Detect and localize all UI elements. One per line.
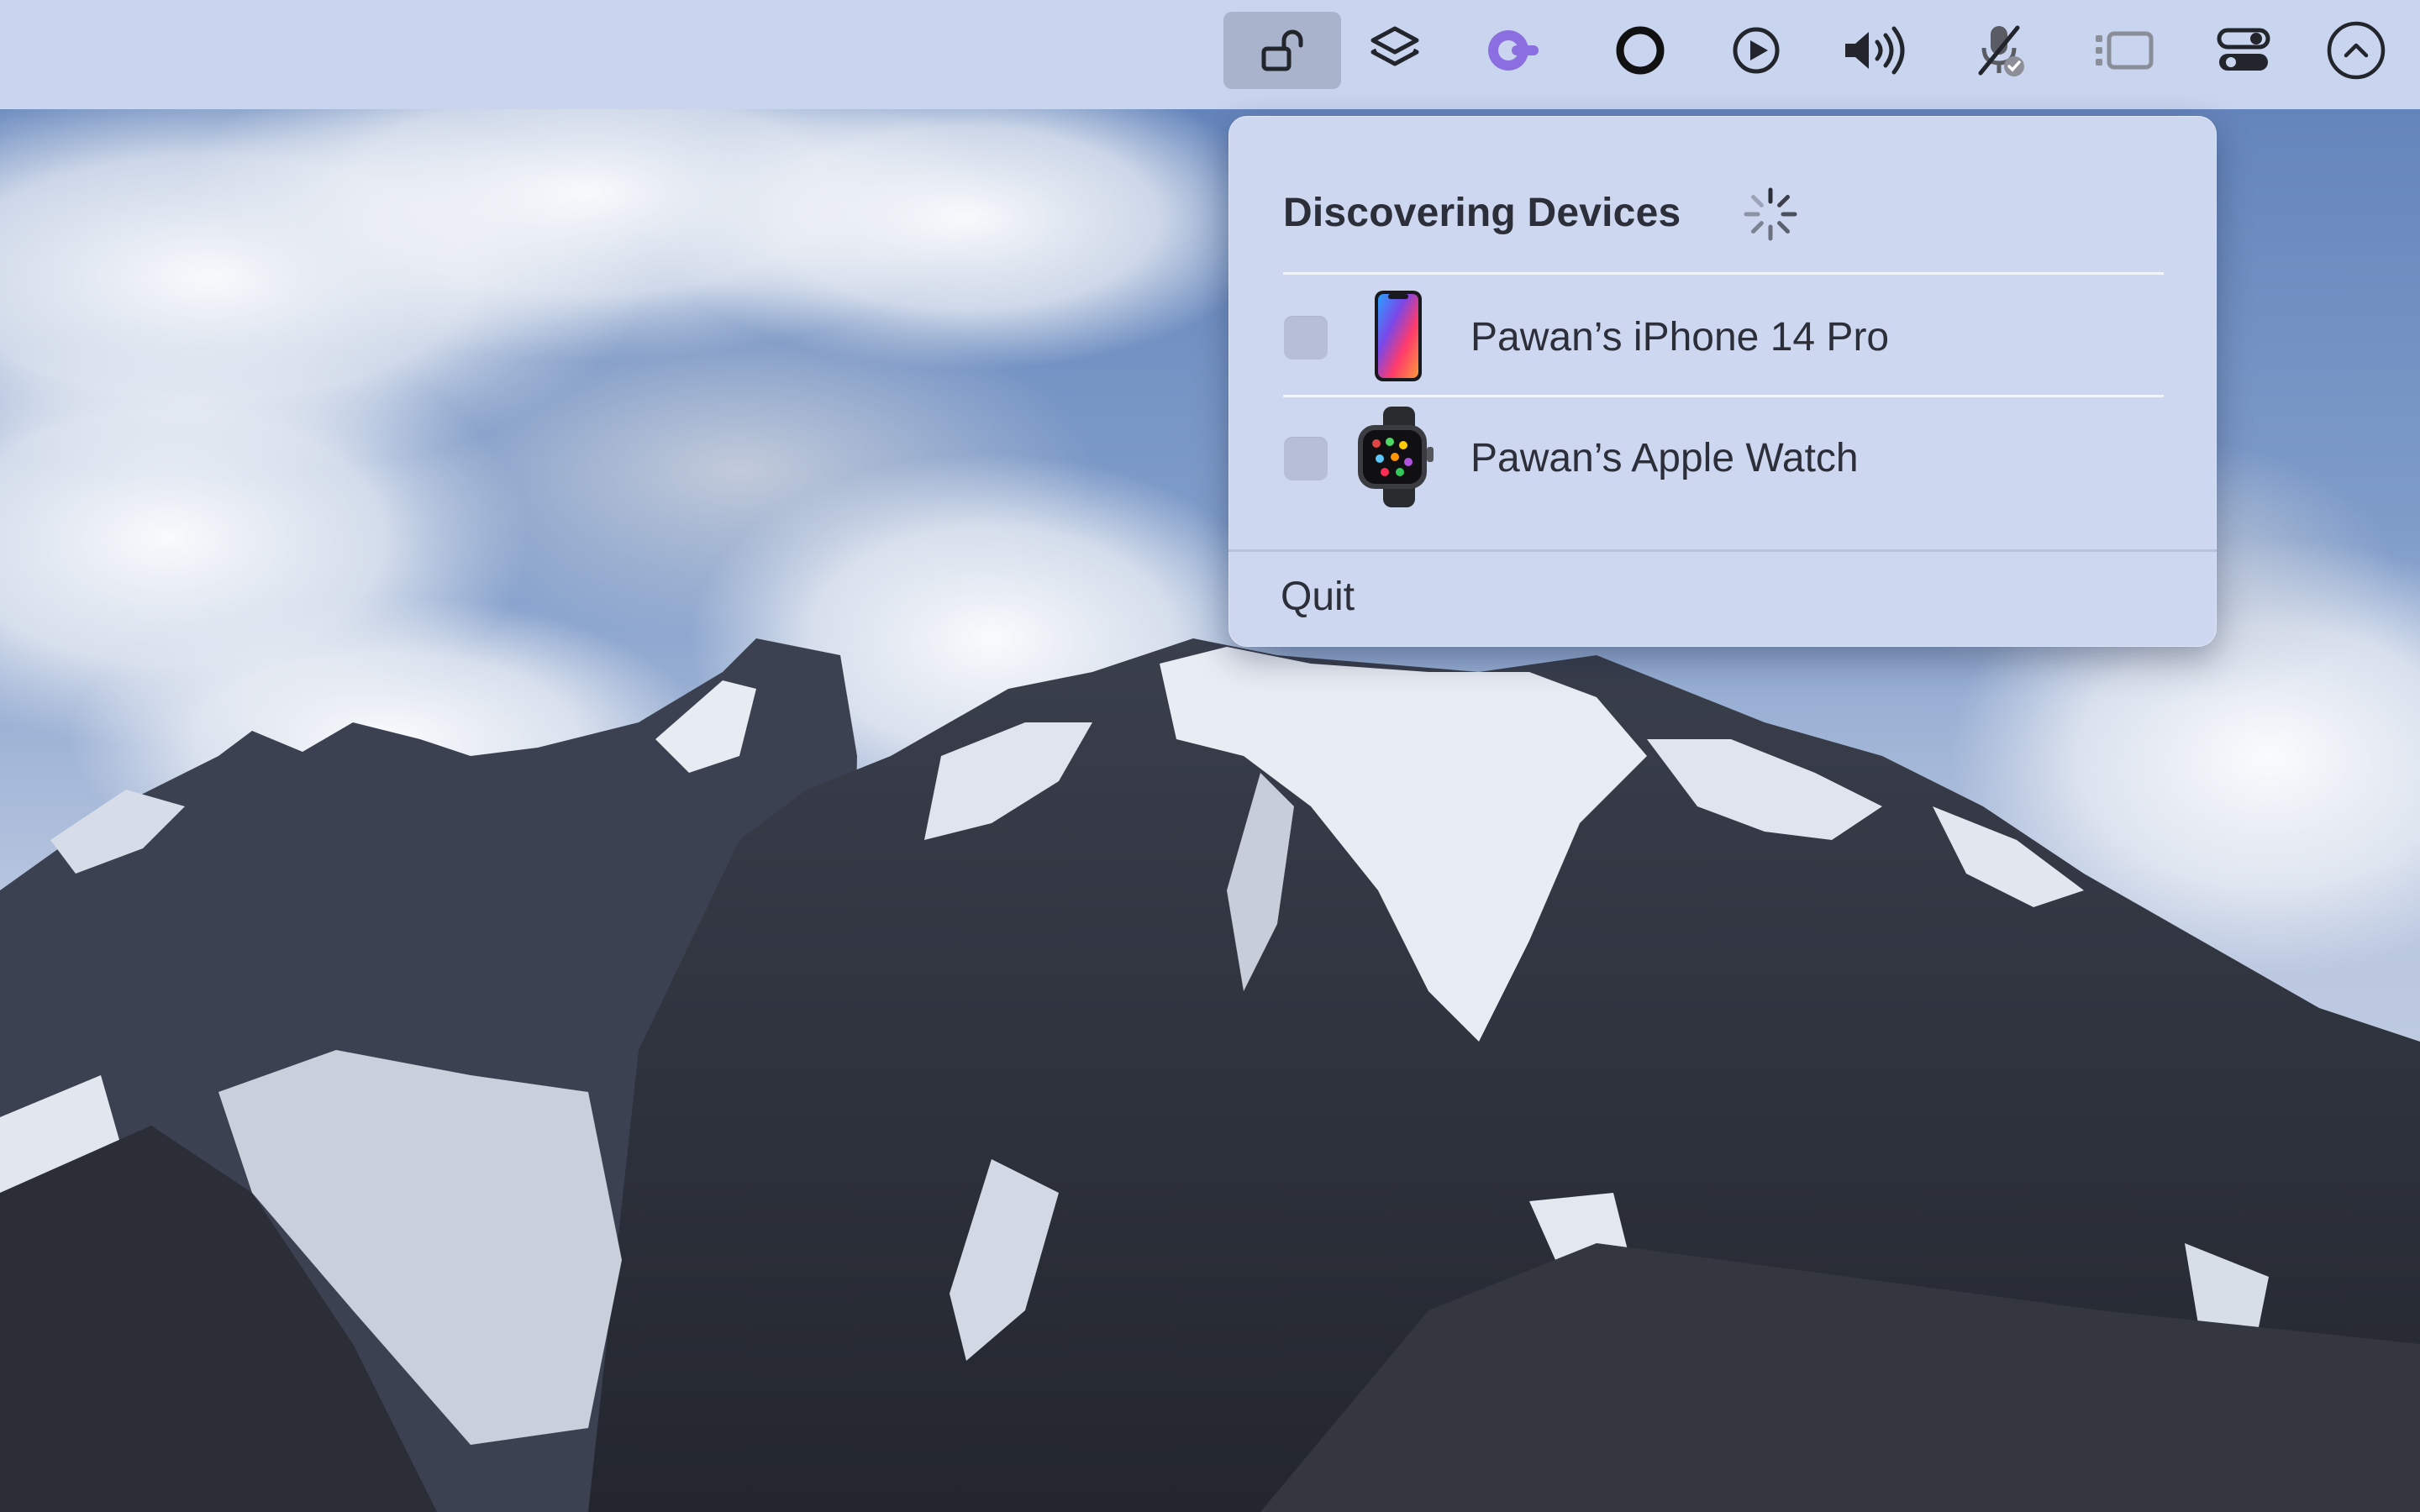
control-center-icon — [2217, 28, 2270, 71]
microphone-menu-item[interactable] — [1941, 12, 2059, 89]
separator — [1283, 395, 2164, 397]
quit-menu-item[interactable]: Quit — [1281, 574, 1355, 620]
loading-spinner-icon — [1744, 187, 1797, 241]
device-dropdown-panel: Discovering Devices Pawan’s iPhone 14 Pr… — [1228, 116, 2217, 647]
device-checkbox[interactable] — [1284, 437, 1328, 480]
volume-icon — [1845, 26, 1905, 75]
control-center-menu-item[interactable] — [2185, 12, 2302, 89]
device-row-iphone[interactable]: Pawan’s iPhone 14 Pro — [1228, 277, 2217, 395]
unlock-menu-item[interactable] — [1223, 12, 1341, 89]
microphone-muted-icon — [1978, 25, 2024, 76]
record-menu-item[interactable] — [1581, 12, 1699, 89]
separator — [1283, 272, 2164, 275]
volume-menu-item[interactable] — [1817, 12, 1934, 89]
sidebar-menu-item[interactable] — [2065, 12, 2183, 89]
play-circle-icon — [1733, 27, 1780, 74]
chevron-up-circle-icon — [2327, 21, 2386, 80]
device-name: Pawan’s Apple Watch — [1470, 436, 1859, 480]
play-menu-item[interactable] — [1697, 12, 1815, 89]
apple-watch-icon — [1358, 407, 1434, 507]
purple-app-icon — [1488, 30, 1539, 71]
device-name: Pawan’s iPhone 14 Pro — [1470, 315, 1890, 360]
chevron-menu-item[interactable] — [2297, 12, 2415, 89]
separator — [1228, 549, 2217, 552]
iphone-icon — [1375, 291, 1422, 381]
device-checkbox[interactable] — [1284, 316, 1328, 360]
stack-menu-item[interactable] — [1336, 12, 1454, 89]
device-row-apple-watch[interactable]: Pawan’s Apple Watch — [1228, 398, 2217, 516]
stack-layers-icon — [1370, 26, 1419, 66]
record-circle-icon — [1616, 26, 1665, 75]
menu-bar — [0, 0, 2420, 109]
sidebar-icon — [2096, 31, 2154, 70]
purple-app-menu-item[interactable] — [1454, 12, 1571, 89]
panel-title: Discovering Devices — [1283, 191, 1681, 235]
unlock-icon — [1261, 29, 1303, 71]
